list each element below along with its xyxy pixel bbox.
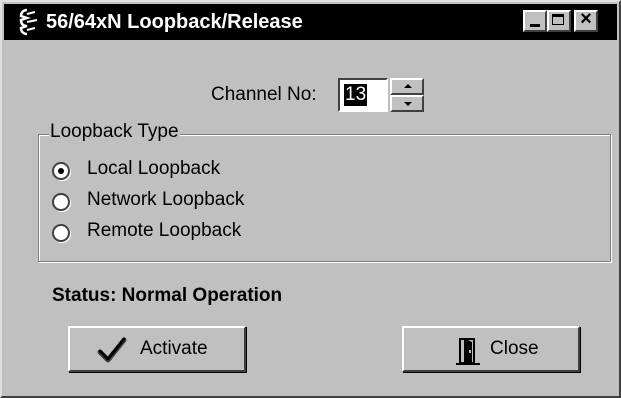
activate-button[interactable]: Activate (68, 326, 246, 372)
status-text: Status: Normal Operation (52, 285, 283, 306)
minimize-icon (530, 24, 540, 27)
radio-selected-dot (58, 168, 64, 174)
radio-label: Remote Loopback (87, 220, 242, 241)
loopback-type-title: Loopback Type (49, 121, 180, 143)
channel-label: Channel No: (211, 84, 317, 105)
minimize-button[interactable] (523, 10, 547, 32)
activate-label: Activate (140, 338, 208, 359)
close-label: Close (490, 338, 539, 359)
window-title: 56/64xN Loopback/Release (46, 11, 303, 33)
loopback-dialog: 56/64xN Loopback/Release × Channel No: 1… (0, 0, 621, 398)
radio-button[interactable] (52, 193, 70, 211)
radio-button[interactable] (52, 162, 70, 180)
title-bar[interactable]: 56/64xN Loopback/Release × (4, 4, 617, 40)
close-window-button[interactable]: × (574, 8, 598, 32)
radio-button[interactable] (52, 224, 70, 242)
maximize-button[interactable] (547, 10, 571, 32)
channel-input[interactable]: 13 (338, 78, 388, 112)
checkmark-icon (97, 337, 127, 363)
close-icon: × (580, 8, 592, 30)
radio-label: Local Loopback (87, 158, 221, 179)
radio-label: Network Loopback (87, 189, 245, 210)
app-icon (19, 8, 38, 36)
channel-value: 13 (344, 84, 368, 106)
maximize-icon (552, 14, 564, 25)
door-exit-icon (456, 338, 480, 365)
close-button[interactable]: Close (402, 326, 580, 372)
channel-increment-button[interactable] (390, 78, 424, 95)
channel-decrement-button[interactable] (390, 95, 424, 112)
chevron-up-icon (404, 84, 412, 88)
chevron-down-icon (404, 102, 412, 106)
